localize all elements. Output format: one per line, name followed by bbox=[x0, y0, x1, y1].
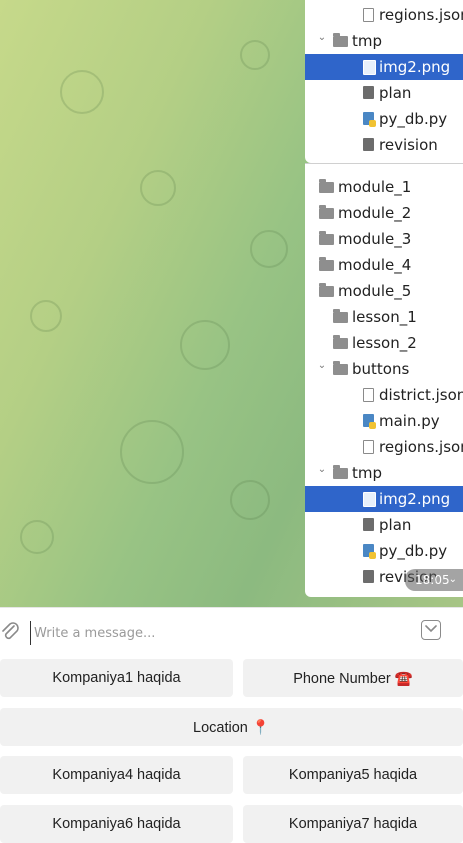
tree-row[interactable]: regions.json bbox=[305, 2, 463, 28]
tree-row-label: module_5 bbox=[338, 282, 412, 300]
tree-row-label: py_db.py bbox=[379, 110, 448, 128]
tree-row-label: img2.png bbox=[379, 490, 451, 508]
tree-row[interactable]: plan bbox=[305, 512, 463, 538]
tree-row[interactable]: main.py bbox=[305, 408, 463, 434]
tree-row-label: img2.png bbox=[379, 58, 451, 76]
reply-keyboard: Kompaniya1 haqida Phone Number ☎️ Locati… bbox=[0, 655, 463, 843]
kompaniya1-button[interactable]: Kompaniya1 haqida bbox=[0, 659, 233, 697]
image-file-icon bbox=[363, 60, 376, 75]
wallpaper-doodle bbox=[20, 520, 54, 554]
folder-icon bbox=[319, 283, 334, 297]
tree-row[interactable]: plan bbox=[305, 80, 463, 106]
kompaniya5-button[interactable]: Kompaniya5 haqida bbox=[243, 756, 463, 794]
wallpaper-doodle bbox=[250, 230, 288, 268]
expand-arrow-icon[interactable]: ⌄ bbox=[317, 457, 327, 483]
folder-icon bbox=[319, 179, 334, 193]
message-time-label: 18:05 bbox=[415, 573, 450, 587]
tree-row-label: module_3 bbox=[338, 230, 412, 248]
kompaniya4-button[interactable]: Kompaniya4 haqida bbox=[0, 756, 233, 794]
tree-row[interactable]: py_db.py bbox=[305, 106, 463, 132]
message-composer bbox=[0, 607, 463, 656]
tree-row-label: module_1 bbox=[338, 178, 412, 196]
tree-row-label: regions.json bbox=[379, 438, 463, 456]
keyboard-toggle-icon[interactable] bbox=[421, 620, 441, 640]
folder-icon bbox=[333, 465, 348, 479]
tree-row-label: tmp bbox=[352, 32, 383, 50]
kompaniya7-button[interactable]: Kompaniya7 haqida bbox=[243, 805, 463, 843]
tree-row[interactable]: lesson_1 bbox=[305, 304, 463, 330]
file-tree-screenshot-top[interactable]: regions.json ⌄ tmp img2.png plan py_db.pyrevi… bbox=[305, 0, 463, 163]
chat-background: regions.json ⌄ tmp img2.png plan py_db.py revi… bbox=[0, 0, 463, 607]
tree-row-label: plan bbox=[379, 516, 412, 534]
wallpaper-doodle bbox=[140, 170, 176, 206]
message-input[interactable] bbox=[30, 621, 406, 645]
tree-row[interactable]: img2.png bbox=[305, 54, 463, 80]
tree-row-label: module_2 bbox=[338, 204, 412, 222]
folder-icon bbox=[333, 361, 348, 375]
json-file-icon bbox=[363, 440, 374, 454]
python-file-icon bbox=[363, 112, 376, 127]
folder-icon bbox=[319, 231, 334, 245]
tree-row[interactable]: module_3 bbox=[305, 226, 463, 252]
wallpaper-doodle bbox=[60, 70, 104, 114]
python-file-icon bbox=[363, 414, 376, 429]
tree-row[interactable]: module_4 bbox=[305, 252, 463, 278]
tree-row[interactable]: module_1 bbox=[305, 174, 463, 200]
chevron-down-icon[interactable]: ⌄ bbox=[449, 569, 457, 591]
tree-row[interactable]: ⌄ tmp bbox=[305, 460, 463, 486]
tree-row-label: buttons bbox=[352, 360, 410, 378]
file-tree-screenshot-bottom[interactable]: module_1 module_2 module_3 module_4 module_5… bbox=[305, 163, 463, 597]
folder-icon bbox=[333, 309, 348, 323]
tree-row-label: module_4 bbox=[338, 256, 412, 274]
image-file-icon bbox=[363, 492, 376, 507]
tree-row[interactable]: ⌄ tmp bbox=[305, 28, 463, 54]
json-file-icon bbox=[363, 388, 374, 402]
wallpaper-doodle bbox=[230, 480, 270, 520]
expand-arrow-icon[interactable]: ⌄ bbox=[317, 353, 327, 379]
wallpaper-doodle bbox=[240, 40, 270, 70]
tree-row[interactable]: module_2 bbox=[305, 200, 463, 226]
wallpaper-doodle bbox=[30, 300, 62, 332]
file-icon bbox=[363, 518, 374, 531]
folder-icon bbox=[319, 205, 334, 219]
file-icon bbox=[363, 86, 374, 99]
file-icon bbox=[363, 570, 374, 583]
tree-row-label: revision bbox=[379, 136, 438, 154]
wallpaper-doodle bbox=[180, 320, 230, 370]
tree-row[interactable]: ⌄ buttons bbox=[305, 356, 463, 382]
folder-icon bbox=[333, 33, 348, 47]
folder-icon bbox=[319, 257, 334, 271]
tree-row-label: lesson_1 bbox=[352, 308, 417, 326]
paperclip-icon[interactable] bbox=[0, 620, 20, 642]
phone-number-button[interactable]: Phone Number ☎️ bbox=[243, 659, 463, 697]
file-icon bbox=[363, 138, 374, 151]
tree-row-label: regions.json bbox=[379, 6, 463, 24]
tree-row-label: py_db.py bbox=[379, 542, 448, 560]
python-file-icon bbox=[363, 544, 376, 559]
tree-row[interactable]: img2.png bbox=[305, 486, 463, 512]
location-button[interactable]: Location 📍 bbox=[0, 708, 463, 746]
tree-row[interactable]: regions.json bbox=[305, 434, 463, 460]
json-file-icon bbox=[363, 8, 374, 22]
expand-arrow-icon[interactable]: ⌄ bbox=[317, 25, 327, 51]
tree-row-label: plan bbox=[379, 84, 412, 102]
tree-row[interactable]: py_db.py bbox=[305, 538, 463, 564]
tree-row-label: tmp bbox=[352, 464, 383, 482]
tree-row-label: main.py bbox=[379, 412, 440, 430]
tree-row-label: district.json bbox=[379, 386, 463, 404]
tree-row[interactable]: module_5 bbox=[305, 278, 463, 304]
folder-icon bbox=[333, 335, 348, 349]
kompaniya6-button[interactable]: Kompaniya6 haqida bbox=[0, 805, 233, 843]
tree-row[interactable]: lesson_2 bbox=[305, 330, 463, 356]
wallpaper-doodle bbox=[120, 420, 184, 484]
tree-row[interactable]: district.json bbox=[305, 382, 463, 408]
tree-row[interactable]: revision bbox=[305, 132, 463, 158]
tree-row-label: lesson_2 bbox=[352, 334, 417, 352]
message-time: 18:05 ⌄ bbox=[405, 569, 463, 591]
